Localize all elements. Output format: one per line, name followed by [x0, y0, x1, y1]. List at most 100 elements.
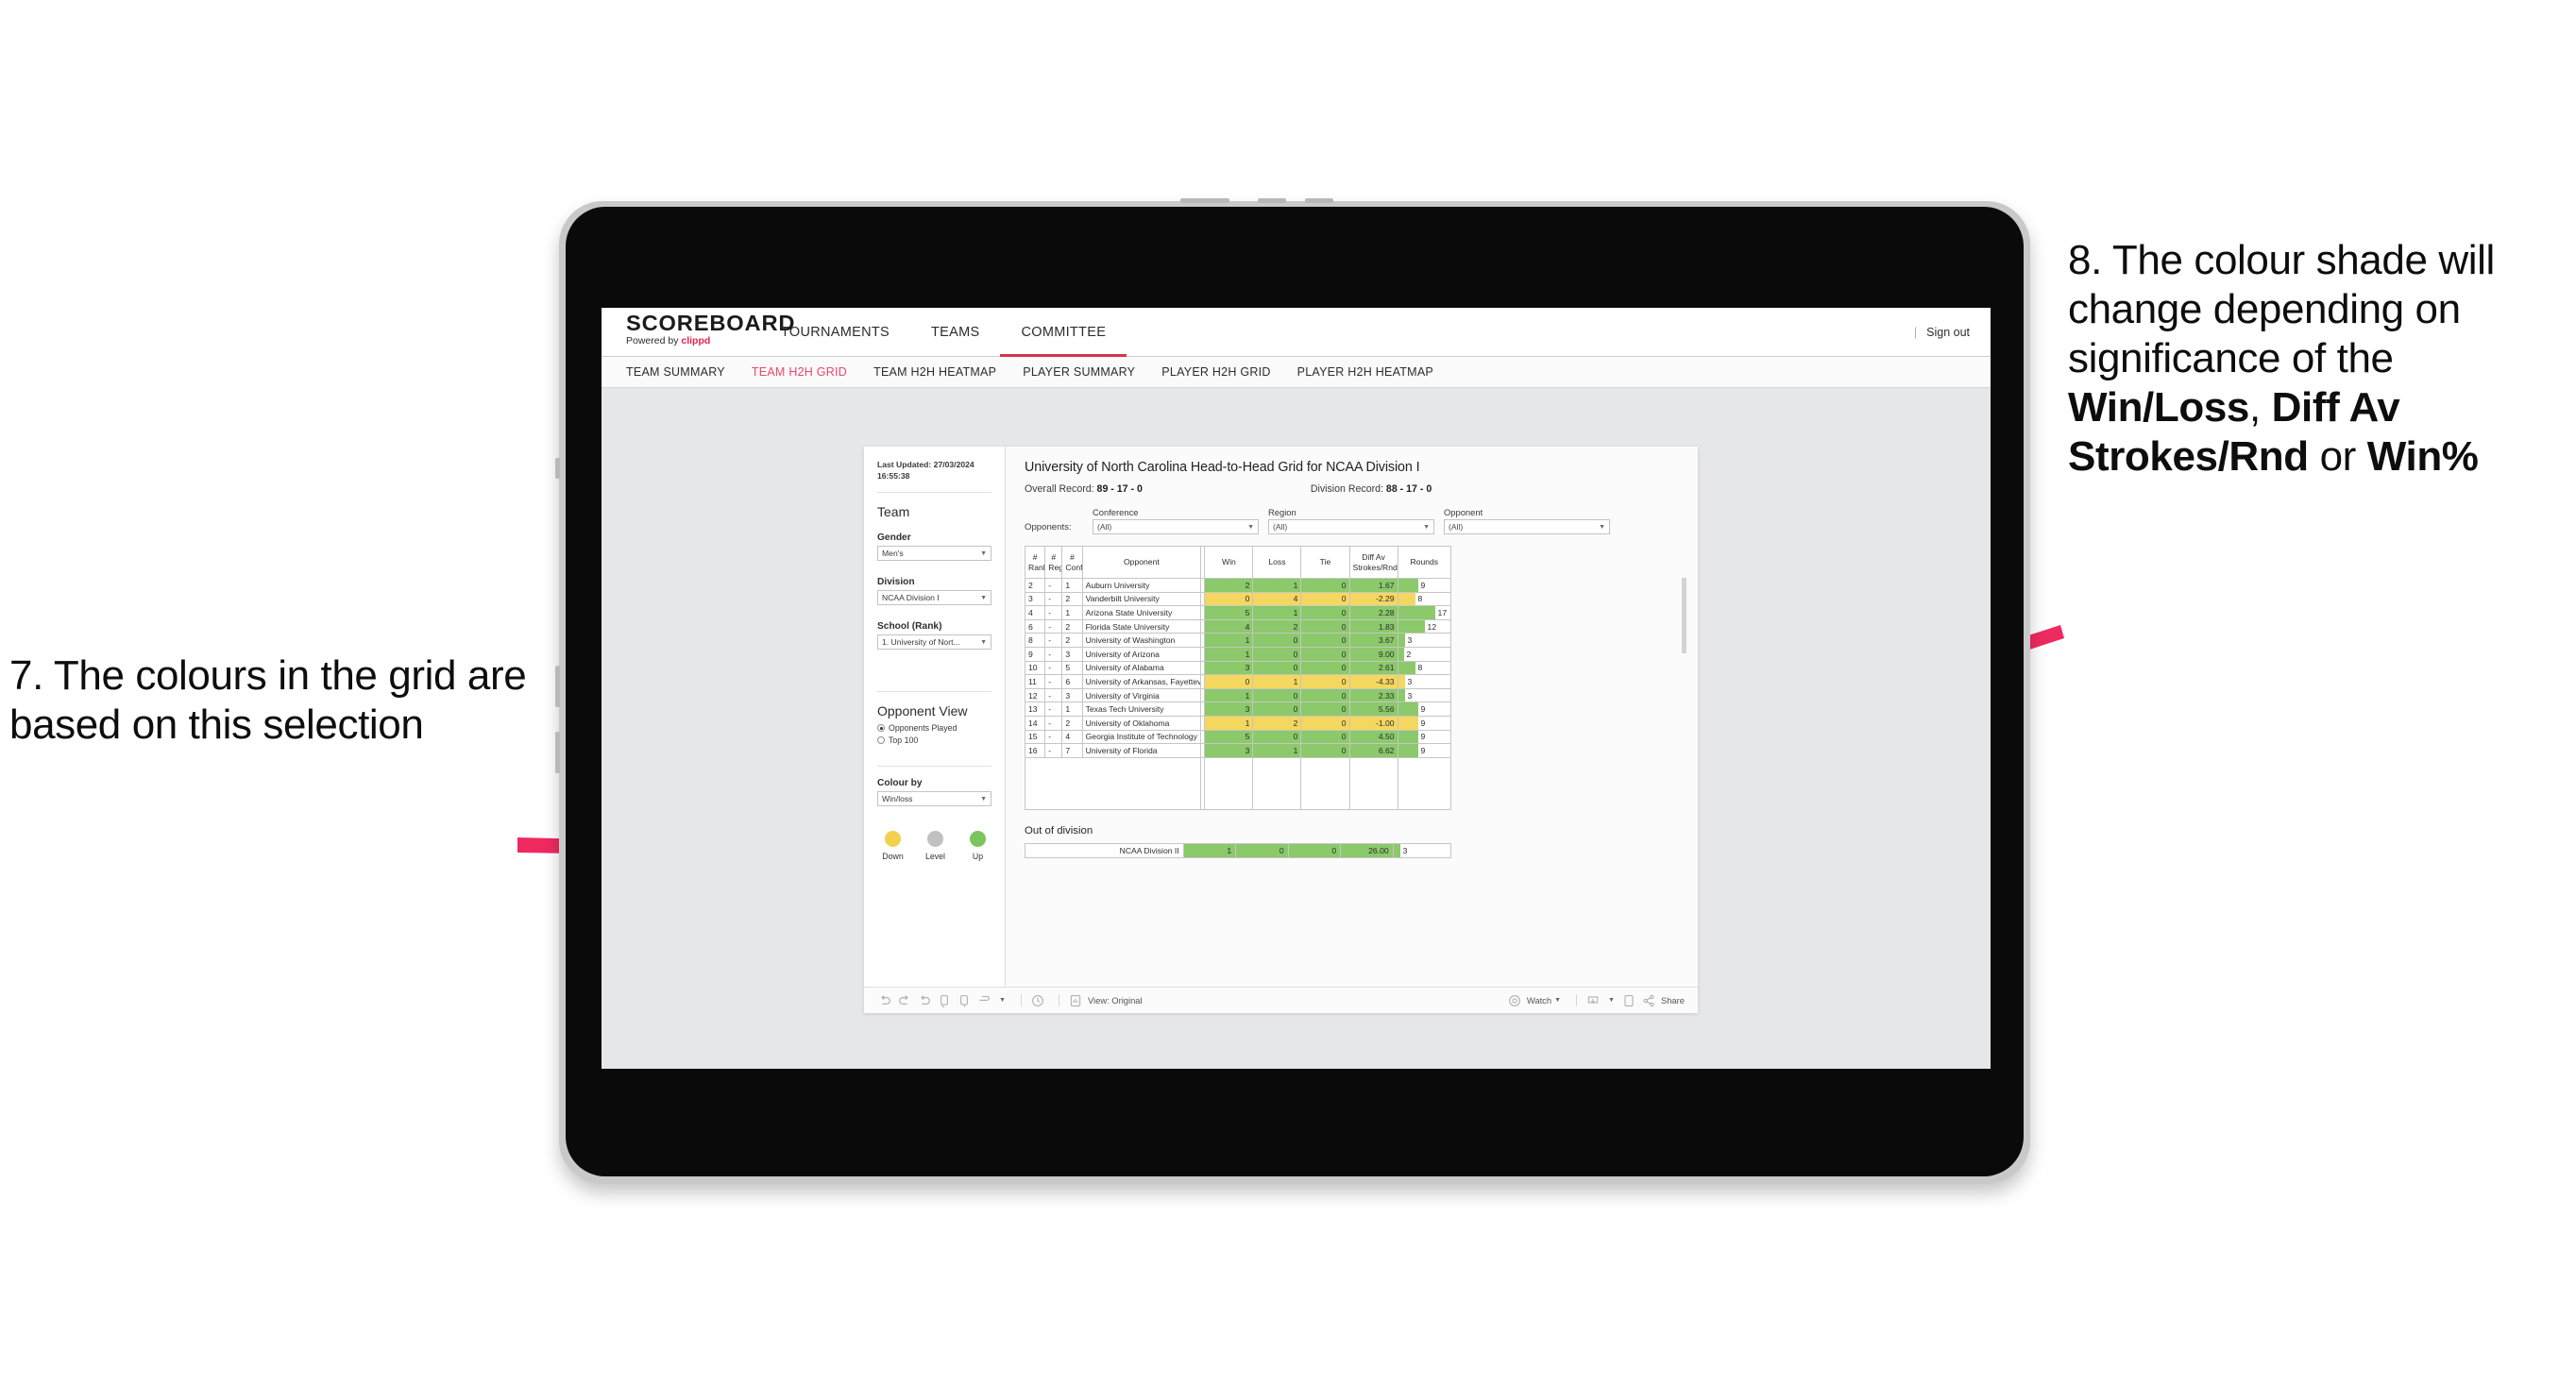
cell-loss: 2 [1252, 618, 1302, 634]
cell-tie: 0 [1300, 715, 1350, 731]
cell-conf: 2 [1061, 618, 1083, 634]
cell-win: 2 [1204, 578, 1254, 593]
radio-top-100[interactable]: Top 100 [877, 735, 991, 745]
nav-teams[interactable]: TEAMS [910, 308, 1000, 356]
school-rank-select[interactable]: 1. University of Nort... ▼ [877, 634, 991, 651]
legend-label-level: Level [924, 852, 946, 862]
table-row[interactable]: 8-2 University of Washington 1 0 0 3.67 3 [1024, 633, 1452, 648]
chevron-down-icon[interactable]: ▼ [1554, 997, 1561, 1004]
col-conf: # Conf [1061, 546, 1083, 579]
chevron-down-icon[interactable]: ▼ [999, 997, 1006, 1004]
top-navigation-bar: SCOREBOARD Powered by clippd TOURNAMENTS… [602, 308, 1991, 357]
cell-rounds: 9 [1397, 729, 1452, 745]
sidebar-divider-3 [877, 766, 991, 768]
table-empty-row [1024, 756, 1452, 810]
view-original-label[interactable]: View: Original [1088, 995, 1143, 1006]
sign-out-link[interactable]: Sign out [1926, 326, 1970, 339]
share-label[interactable]: Share [1661, 995, 1685, 1006]
undo-icon[interactable] [877, 993, 892, 1008]
pause-icon[interactable] [957, 993, 972, 1008]
fullscreen-icon[interactable] [1621, 993, 1636, 1008]
table-row[interactable]: 14-2 University of Oklahoma 1 2 0 -1.00 9 [1024, 715, 1452, 731]
division-select[interactable]: NCAA Division I ▼ [877, 590, 991, 606]
toolbar-divider-1 [1020, 994, 1022, 1006]
cell-diff-av-strokes: -1.00 [1348, 715, 1398, 731]
subnav-team-h2h-grid[interactable]: TEAM H2H GRID [752, 365, 847, 379]
table-row[interactable]: 11-6 University of Arkansas, Fayetteville… [1024, 674, 1452, 689]
cell-tie: 0 [1300, 646, 1350, 662]
table-row[interactable]: 15-4 Georgia Institute of Technology 5 0 0 4.… [1024, 729, 1452, 745]
cell-opponent: Texas Tech University [1081, 701, 1202, 717]
legend-swatch-level [927, 831, 943, 848]
clock-icon[interactable] [1030, 993, 1045, 1008]
table-row[interactable]: 12-3 University of Virginia 1 0 0 2.33 3 [1024, 687, 1452, 703]
table-row[interactable]: 3-2 Vanderbilt University 0 4 0 -2.29 8 [1024, 591, 1452, 607]
radio-opponents-played[interactable]: Opponents Played [877, 723, 991, 733]
download-icon[interactable] [1585, 993, 1601, 1008]
share-icon[interactable] [1641, 993, 1656, 1008]
colour-by-label: Colour by [877, 778, 923, 789]
cell-reg: - [1044, 701, 1063, 717]
revert-icon[interactable] [917, 993, 932, 1008]
gender-select[interactable]: Men's ▼ [877, 546, 991, 562]
cell-loss: 4 [1252, 591, 1302, 607]
out-of-division-body: NCAA Division II 1 0 0 26.00 3 [1025, 842, 1452, 858]
cell-loss: 0 [1252, 646, 1302, 662]
table-row[interactable]: 6-2 Florida State University 4 2 0 1.83 12 [1024, 618, 1452, 634]
col-win: Win [1204, 546, 1254, 579]
cell-reg: - [1044, 729, 1063, 745]
chevron-down-icon[interactable]: ▼ [1608, 997, 1615, 1004]
cell-conf: 1 [1061, 701, 1083, 717]
chevron-down-icon: ▼ [1423, 523, 1430, 531]
cell-reg: - [1044, 605, 1063, 620]
annotation-8-bold-winloss: Win/Loss [2068, 383, 2249, 431]
scoreboard-logo[interactable]: SCOREBOARD Powered by clippd [602, 308, 795, 356]
watch-label[interactable]: Watch [1527, 995, 1551, 1006]
cell-tie: 0 [1300, 743, 1350, 758]
table-row[interactable]: 13-1 Texas Tech University 3 0 0 5.56 9 [1024, 701, 1452, 717]
team-heading: Team [877, 504, 910, 520]
cell-opponent: University of Alabama [1081, 660, 1202, 676]
legend-swatch-up [970, 831, 986, 848]
refresh-icon[interactable] [937, 993, 952, 1008]
cell-rounds: 9 [1397, 578, 1452, 593]
cell-rounds: 3 [1397, 687, 1452, 703]
cell-diff-av-strokes: 3.67 [1348, 633, 1398, 648]
opponent-filter-select[interactable]: (All) ▼ [1444, 519, 1610, 534]
subnav-player-h2h-grid[interactable]: PLAYER H2H GRID [1161, 365, 1270, 379]
table-row[interactable]: 9-3 University of Arizona 1 0 0 9.00 2 [1024, 646, 1452, 662]
h2h-grid-body: 2-1 Auburn University 2 1 0 1.67 9 3-2 Vanderbil… [1024, 578, 1452, 810]
cell-reg: - [1044, 715, 1063, 731]
nav-tournaments[interactable]: TOURNAMENTS [760, 308, 910, 356]
cell-win: 1 [1204, 646, 1254, 662]
table-row[interactable]: 2-1 Auburn University 2 1 0 1.67 9 [1024, 578, 1452, 593]
table-row[interactable]: 10-5 University of Alabama 3 0 0 2.61 8 [1024, 660, 1452, 676]
region-filter-select[interactable]: (All) ▼ [1268, 519, 1434, 534]
redo-icon[interactable] [897, 993, 912, 1008]
division-record-label: Division Record: [1310, 483, 1386, 495]
legend-item-level: Level [922, 831, 949, 861]
col-loss: Loss [1252, 546, 1302, 579]
grid-vertical-scrollbar[interactable] [1682, 578, 1686, 653]
subnav-player-h2h-heatmap[interactable]: PLAYER H2H HEATMAP [1297, 365, 1433, 379]
colour-by-select[interactable]: Win/loss ▼ [877, 791, 991, 807]
out-of-division-title: Out of division [1025, 824, 1093, 837]
watch-icon[interactable] [1507, 993, 1522, 1008]
table-row[interactable]: 16-7 University of Florida 3 1 0 6.62 9 [1024, 743, 1452, 758]
dashboard-canvas: Last Updated: 27/03/2024 16:55:38 Team G… [602, 389, 1991, 1069]
conference-filter-select[interactable]: (All) ▼ [1093, 519, 1259, 534]
nav-committee[interactable]: COMMITTEE [1000, 308, 1127, 357]
view-icon[interactable] [1068, 993, 1083, 1008]
cell-win: 4 [1204, 618, 1254, 634]
undo-arrow-icon[interactable] [976, 993, 991, 1008]
cell-reg: - [1044, 674, 1063, 689]
out-of-division-row[interactable]: NCAA Division II 1 0 0 26.00 3 [1025, 842, 1452, 858]
table-row[interactable]: 4-1 Arizona State University 5 1 0 2.28 17 [1024, 605, 1452, 620]
subnav-team-h2h-heatmap[interactable]: TEAM H2H HEATMAP [873, 365, 996, 379]
cell-loss: 1 [1252, 578, 1302, 593]
cell-ood-label: NCAA Division II [1025, 842, 1184, 858]
subnav-player-summary[interactable]: PLAYER SUMMARY [1023, 365, 1135, 379]
subnav-team-summary[interactable]: TEAM SUMMARY [626, 365, 725, 379]
